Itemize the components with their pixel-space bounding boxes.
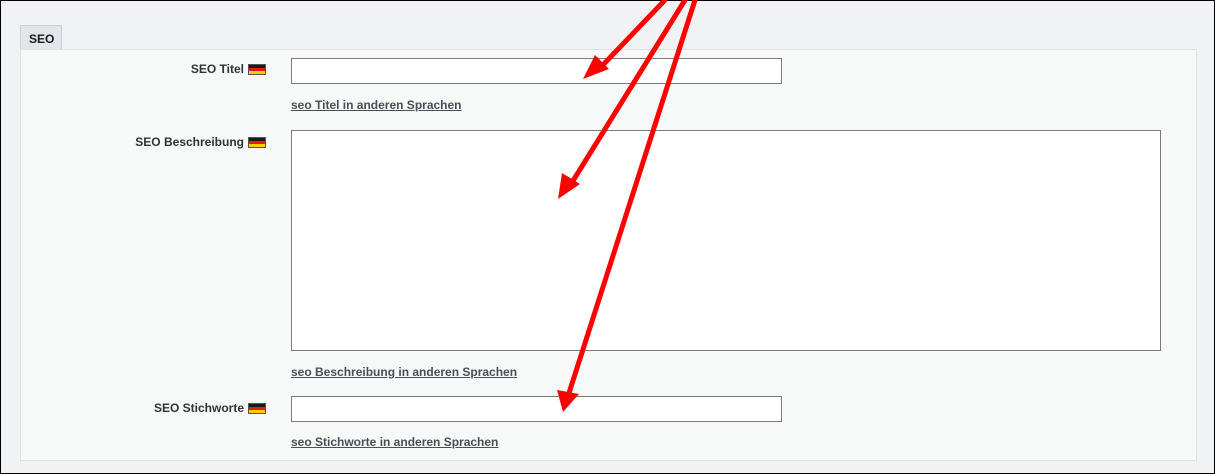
seo-tab[interactable]: SEO (20, 25, 62, 49)
german-flag-icon (248, 63, 266, 75)
seo-description-label: SEO Beschreibung (135, 135, 244, 149)
seo-description-label-row: SEO Beschreibung (135, 135, 266, 149)
seo-keywords-label-row: SEO Stichworte (154, 401, 266, 415)
seo-description-other-languages-link[interactable]: seo Beschreibung in anderen Sprachen (291, 365, 517, 379)
seo-section: SEO SEO Titel seo Titel in anderen Sprac… (0, 0, 1215, 474)
seo-description-textarea[interactable] (291, 130, 1161, 351)
seo-keywords-label: SEO Stichworte (153, 401, 244, 415)
seo-keywords-other-languages-link[interactable]: seo Stichworte in anderen Sprachen (291, 435, 498, 449)
seo-title-label: SEO Titel (190, 62, 244, 76)
seo-title-input[interactable] (291, 58, 782, 84)
seo-title-label-row: SEO Titel (191, 62, 266, 76)
seo-tab-label: SEO (29, 32, 55, 46)
german-flag-icon (248, 402, 266, 414)
seo-title-other-languages-link[interactable]: seo Titel in anderen Sprachen (291, 98, 462, 112)
german-flag-icon (248, 136, 266, 148)
seo-keywords-input[interactable] (291, 396, 782, 422)
